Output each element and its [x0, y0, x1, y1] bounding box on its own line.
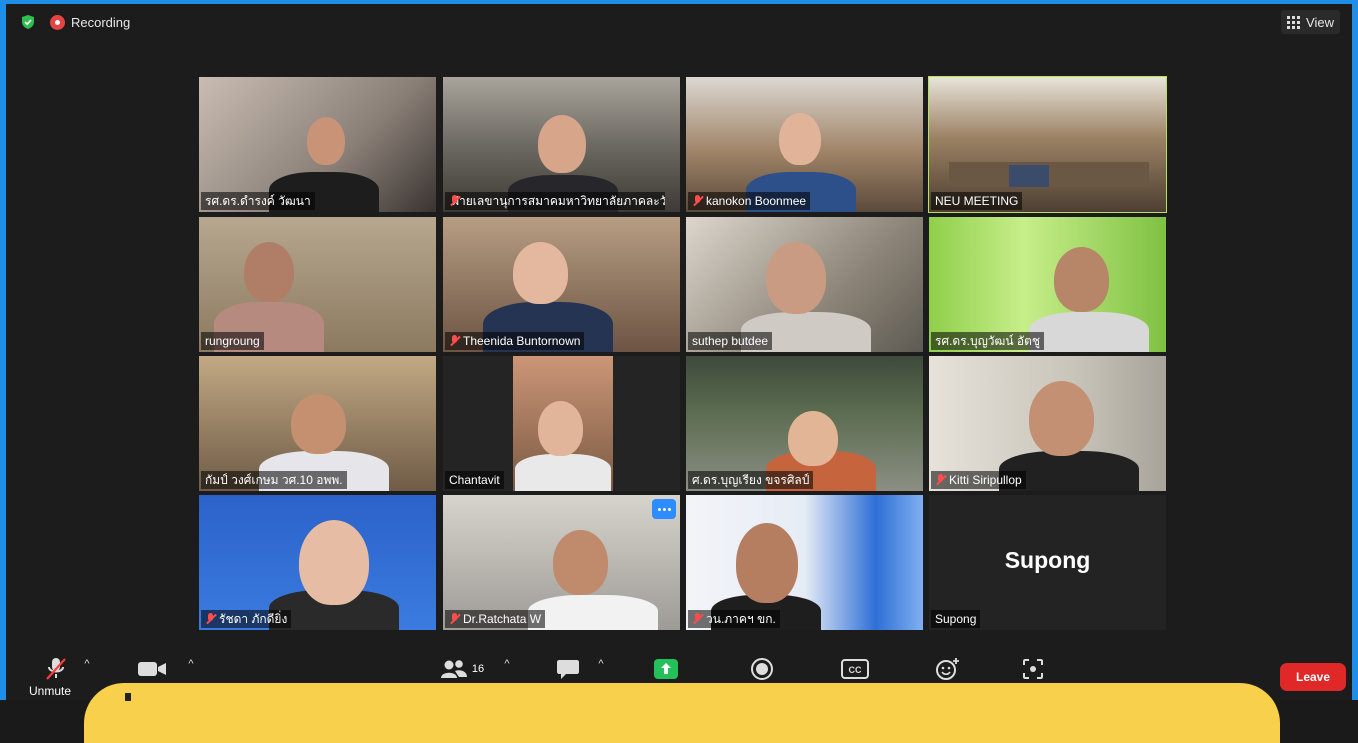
participant-name-label: suthep butdee [688, 332, 773, 350]
video-options-caret[interactable]: ^ [184, 658, 198, 672]
participant-name-label: kanokon Boonmee [688, 192, 811, 210]
recording-label: Recording [71, 14, 131, 30]
grid-view-icon [1287, 15, 1301, 29]
leave-button[interactable]: Leave [1280, 663, 1346, 691]
participant-display-name: Supong [1004, 547, 1091, 573]
muted-mic-icon [935, 474, 946, 486]
closed-captions-icon: CC [841, 659, 869, 679]
muted-mic-icon [692, 613, 703, 625]
audio-options-caret[interactable]: ^ [80, 658, 94, 672]
record-icon [50, 14, 65, 30]
chat-options-caret[interactable]: ^ [594, 658, 608, 672]
participant-tile[interactable]: Dr.Ratchata W [443, 495, 680, 630]
view-button[interactable]: View [1281, 10, 1340, 34]
participant-name-label: NEU MEETING [931, 192, 1023, 210]
participant-tile[interactable]: Theenida Buntornown [443, 217, 680, 352]
share-screen-button[interactable] [652, 654, 680, 684]
participant-name-label: Supong [931, 610, 981, 628]
participants-button[interactable]: 16 [436, 654, 488, 684]
participant-name-label: รศ.ดร.บุญวัฒน์ อัตชู [931, 332, 1045, 350]
video-camera-icon [138, 662, 166, 676]
participant-tile[interactable]: rungroung [199, 217, 436, 352]
participant-name-label: Theenida Buntornown [445, 332, 585, 350]
participant-tile[interactable]: kanokon Boonmee [686, 77, 923, 212]
participant-name-label: รัชดา ภักดียิ่ง [201, 610, 292, 628]
participant-tile[interactable]: วน.ภาคฯ ขก. [686, 495, 923, 630]
participant-tile[interactable]: ศ.ดร.บุญเรียง ขจรศิลป์ [686, 356, 923, 491]
participant-name-label: กัมป์ วงศ์เกษม วศ.10 อพพ. [201, 471, 347, 489]
overlay-banner [84, 683, 1280, 743]
participant-name-label: Dr.Ratchata W [445, 610, 546, 628]
participant-name-label: ศ.ดร.บุญเรียง ขจรศิลป์ [688, 471, 814, 489]
more-options-button[interactable] [652, 499, 676, 519]
participants-icon [440, 660, 467, 678]
record-button[interactable] [748, 654, 776, 684]
participant-name-label: Kitti Siripullop [931, 471, 1026, 489]
svg-text:CC: CC [849, 665, 862, 675]
chat-bubble-icon [557, 660, 579, 679]
apps-button[interactable] [1019, 654, 1047, 684]
muted-microphone-icon [46, 658, 66, 680]
emoji-reaction-icon [936, 658, 959, 680]
participants-options-caret[interactable]: ^ [500, 658, 514, 672]
recording-indicator[interactable]: Recording [50, 11, 130, 33]
view-label: View [1306, 14, 1334, 30]
participant-name-label: วน.ภาคฯ ขก. [688, 610, 780, 628]
unmute-button[interactable] [42, 654, 70, 684]
participant-tile[interactable]: Chantavit [443, 356, 680, 491]
participant-tile[interactable]: รัชดา ภักดียิ่ง [199, 495, 436, 630]
apps-icon [1023, 659, 1043, 679]
participant-name-label: รศ.ดร.ดำรงค์ วัฒนา [201, 192, 315, 210]
top-bar: Recording View [6, 4, 1352, 40]
participant-name-label: Chantavit [445, 471, 504, 489]
muted-mic-icon [205, 613, 216, 625]
participant-tile-active-speaker[interactable]: NEU MEETING [928, 76, 1167, 213]
closed-captions-button[interactable]: CC [840, 654, 870, 684]
muted-mic-icon [449, 613, 460, 625]
participant-tile[interactable]: Supong Supong [929, 495, 1166, 630]
video-button[interactable] [136, 654, 168, 684]
muted-mic-icon [692, 195, 703, 207]
participant-tile[interactable]: ฝ่ายเลขานุการสมาคมหาวิทยาลัยภาคละวั... [443, 77, 680, 212]
participant-name-label: ฝ่ายเลขานุการสมาคมหาวิทยาลัยภาคละวั... [445, 192, 665, 210]
participant-name-label: rungroung [201, 332, 264, 350]
record-icon [751, 658, 773, 680]
encryption-shield-icon[interactable] [20, 14, 36, 30]
reactions-button[interactable] [934, 654, 962, 684]
share-screen-icon [654, 659, 678, 679]
participants-count: 16 [471, 663, 485, 675]
participant-tile[interactable]: รศ.ดร.บุญวัฒน์ อัตชู [929, 217, 1166, 352]
participant-tile[interactable]: รศ.ดร.ดำรงค์ วัฒนา [199, 77, 436, 212]
participant-tile[interactable]: Kitti Siripullop [929, 356, 1166, 491]
participant-tile[interactable]: กัมป์ วงศ์เกษม วศ.10 อพพ. [199, 356, 436, 491]
gallery-grid: รศ.ดร.ดำรงค์ วัฒนา ฝ่ายเลขานุการสมาคมหาว… [199, 76, 1167, 630]
participant-tile[interactable]: suthep butdee [686, 217, 923, 352]
muted-mic-icon [449, 335, 460, 347]
chat-button[interactable] [554, 654, 582, 684]
unmute-label: Unmute [29, 684, 72, 698]
